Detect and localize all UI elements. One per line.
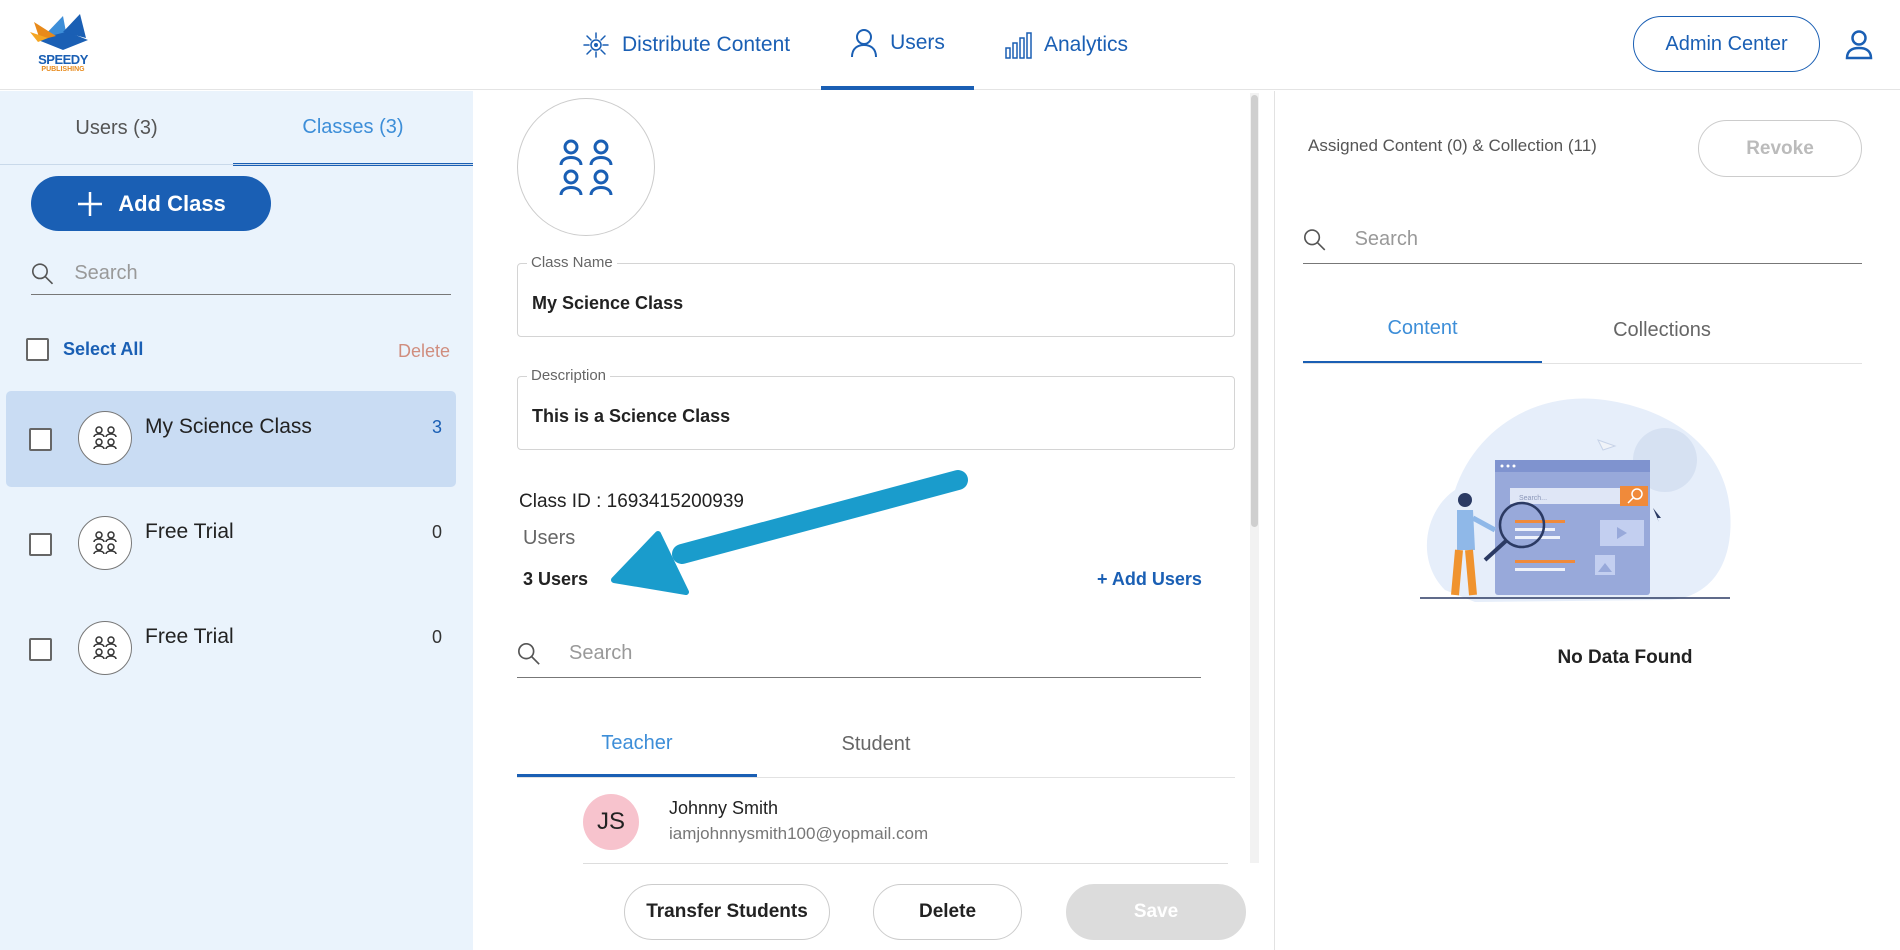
class-name-value[interactable]: My Science Class — [532, 293, 683, 314]
class-user-count: 3 — [431, 417, 442, 437]
select-all-checkbox[interactable] — [26, 338, 49, 361]
description-value[interactable]: This is a Science Class — [532, 406, 730, 427]
delete-button[interactable]: Delete — [873, 884, 1022, 940]
class-name-label: Class Name — [527, 254, 617, 271]
description-field[interactable]: Description This is a Science Class — [517, 367, 1235, 450]
description-label: Description — [527, 367, 611, 384]
class-checkbox[interactable] — [29, 638, 52, 661]
content-search-input[interactable] — [1354, 228, 1862, 251]
assigned-content-title: Assigned Content (0) & Collection (11) — [1308, 136, 1597, 155]
no-data-message: No Data Found — [1557, 647, 1693, 668]
class-checkbox[interactable] — [29, 533, 52, 556]
user-email: iamjohnnysmith100@yopmail.com — [669, 824, 929, 843]
tab-student[interactable]: Student — [757, 712, 995, 777]
scrollbar-thumb[interactable] — [1251, 95, 1258, 527]
class-list-item[interactable]: My Science Class 3 — [6, 391, 456, 487]
distribute-icon — [583, 32, 609, 58]
nav-users[interactable]: Users — [821, 0, 974, 90]
class-list-item[interactable]: Free Trial 0 — [6, 496, 456, 592]
admin-center-button[interactable]: Admin Center — [1633, 16, 1820, 72]
top-navbar: SPEEDY PUBLISHING Distribute Content Use… — [0, 0, 1900, 90]
class-user-count: 0 — [431, 522, 442, 542]
user-name: Johnny Smith — [669, 798, 779, 818]
save-button[interactable]: Save — [1066, 884, 1246, 940]
add-class-button[interactable]: Add Class — [31, 176, 271, 231]
transfer-students-button[interactable]: Transfer Students — [624, 884, 830, 940]
no-data-illustration: Search... — [1420, 398, 1731, 602]
users-count-dropdown[interactable]: 3 Users — [523, 569, 588, 590]
logo-text: SPEEDY — [38, 52, 88, 67]
book-logo-icon — [30, 14, 88, 50]
class-avatar — [78, 621, 132, 675]
nav-distribute-content[interactable]: Distribute Content — [582, 0, 790, 90]
class-name-field[interactable]: Class Name My Science Class — [517, 254, 1235, 337]
group-icon — [559, 139, 613, 196]
class-name: Free Trial — [145, 625, 234, 648]
delete-classes-button[interactable]: Delete — [398, 341, 450, 362]
users-section-label: Users — [523, 527, 576, 549]
tab-collections[interactable]: Collections — [1542, 296, 1782, 364]
user-search-input[interactable] — [569, 642, 1201, 665]
revoke-button[interactable]: Revoke — [1698, 120, 1862, 177]
tab-content[interactable]: Content — [1303, 296, 1542, 364]
search-icon — [31, 262, 54, 284]
classes-sidebar: Users (3) Classes (3) Add Class Select A… — [0, 91, 473, 950]
tab-users[interactable]: Users (3) — [0, 91, 233, 166]
user-list-item[interactable]: JS Johnny Smith iamjohnnysmith100@yopmai… — [583, 788, 1228, 864]
nav-label: Distribute Content — [622, 33, 791, 56]
group-icon — [93, 531, 117, 555]
user-search-field — [517, 630, 1201, 678]
search-icon — [1303, 228, 1326, 251]
class-large-avatar — [517, 98, 655, 236]
nav-label: Analytics — [1044, 33, 1129, 56]
class-avatar — [78, 411, 132, 465]
search-icon — [518, 642, 540, 665]
tab-divider — [517, 777, 1235, 778]
logo-subtext: PUBLISHING — [41, 66, 85, 73]
content-search-field — [1303, 216, 1862, 264]
avatar: JS — [583, 794, 639, 850]
illustration-search-text: Search... — [1519, 495, 1547, 502]
callout-arrow — [611, 470, 968, 595]
class-search-field — [31, 253, 451, 295]
nav-analytics[interactable]: Analytics — [1004, 0, 1128, 90]
select-all-row[interactable]: Select All — [26, 338, 143, 361]
panel-divider — [1274, 91, 1275, 950]
class-search-input[interactable] — [74, 262, 451, 285]
user-icon — [851, 29, 878, 58]
class-avatar — [78, 516, 132, 570]
tab-divider — [1303, 363, 1862, 364]
class-user-count: 0 — [431, 627, 442, 647]
plus-icon — [78, 191, 103, 216]
class-name: My Science Class — [145, 415, 312, 438]
analytics-icon — [1005, 32, 1032, 59]
group-icon — [93, 636, 117, 660]
class-list-item[interactable]: Free Trial 0 — [6, 601, 456, 697]
tab-classes[interactable]: Classes (3) — [233, 91, 473, 166]
nav-label: Users — [890, 31, 945, 54]
tab-teacher[interactable]: Teacher — [517, 712, 757, 777]
class-name: Free Trial — [145, 520, 234, 543]
speedy-publishing-logo[interactable]: SPEEDY PUBLISHING — [28, 10, 98, 78]
tab-divider — [0, 164, 473, 165]
profile-icon[interactable] — [1843, 28, 1875, 60]
select-all-label[interactable]: Select All — [63, 339, 143, 360]
class-checkbox[interactable] — [29, 428, 52, 451]
add-class-label: Add Class — [118, 190, 226, 216]
group-icon — [93, 426, 117, 450]
add-users-button[interactable]: + Add Users — [1097, 569, 1202, 590]
